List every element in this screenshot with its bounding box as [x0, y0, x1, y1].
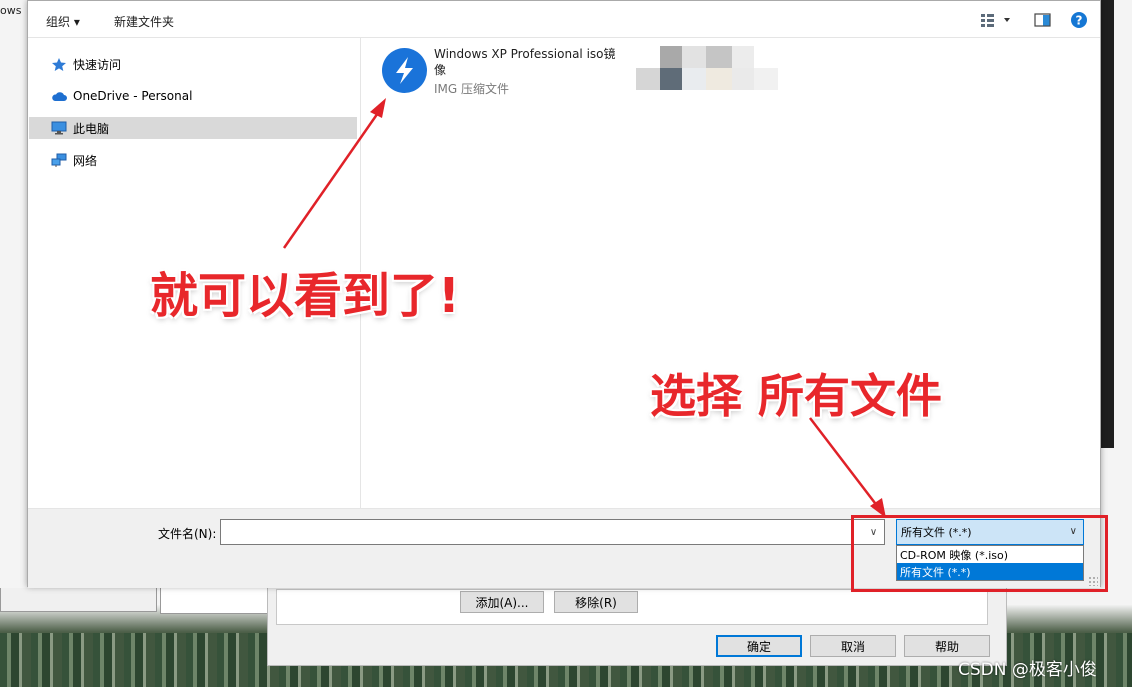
filename-input[interactable] — [220, 519, 885, 545]
sidebar-item-label: OneDrive - Personal — [73, 89, 193, 103]
star-icon — [51, 57, 67, 71]
sidebar-item-label: 快速访问 — [73, 57, 122, 72]
help-icon[interactable]: ? — [1070, 11, 1088, 29]
sidebar-item-label: 此电脑 — [73, 121, 110, 136]
network-icon — [51, 153, 67, 167]
cloud-icon — [51, 89, 67, 103]
new-folder-button[interactable]: 新建文件夹 — [114, 13, 174, 30]
cancel-button[interactable]: 取消 — [810, 635, 896, 657]
svg-text:?: ? — [1076, 14, 1083, 28]
background-window-title: ows — [0, 4, 22, 17]
filename-label: 文件名(N): — [158, 527, 217, 541]
sidebar-item-this-pc[interactable]: 此电脑 — [29, 117, 357, 139]
sidebar-item-quick-access[interactable]: 快速访问 — [29, 53, 357, 75]
ok-button[interactable]: 确定 — [716, 635, 802, 657]
sidebar-item-onedrive[interactable]: OneDrive - Personal — [29, 85, 357, 107]
add-button[interactable]: 添加(A)... — [460, 591, 544, 613]
sidebar-item-label: 网络 — [73, 153, 98, 168]
bandizip-icon — [382, 48, 427, 93]
file-list: Windows XP Professional iso镜像 IMG 压缩文件 — [362, 38, 1100, 508]
highlight-box — [851, 515, 1108, 592]
file-type: IMG 压缩文件 — [434, 82, 510, 96]
view-options-icon[interactable] — [980, 12, 1012, 28]
help-button[interactable]: 帮助 — [904, 635, 990, 657]
annotation-text-select: 选择 所有文件 — [650, 369, 943, 423]
sidebar-item-network[interactable]: 网络 — [29, 149, 357, 171]
background-dialog: 添加(A)... 移除(R) 确定 取消 帮助 — [267, 586, 1007, 666]
organize-menu[interactable]: 组织 ▾ — [46, 13, 80, 30]
background-window-edge — [1100, 0, 1114, 448]
watermark: CSDN @极客小俊 — [958, 660, 1097, 680]
file-item[interactable]: Windows XP Professional iso镜像 IMG 压缩文件 — [362, 38, 632, 102]
background-panel — [0, 588, 157, 612]
toolbar: 组织 ▾ 新建文件夹 ? — [28, 1, 1100, 38]
file-name: Windows XP Professional iso镜像 — [434, 47, 616, 77]
background-panel-input — [160, 588, 270, 614]
blurred-thumbnail — [634, 46, 784, 92]
preview-pane-icon[interactable] — [1034, 12, 1052, 28]
annotation-text-see: 就可以看到了! — [150, 268, 460, 324]
computer-icon — [51, 121, 67, 135]
remove-button[interactable]: 移除(R) — [554, 591, 638, 613]
